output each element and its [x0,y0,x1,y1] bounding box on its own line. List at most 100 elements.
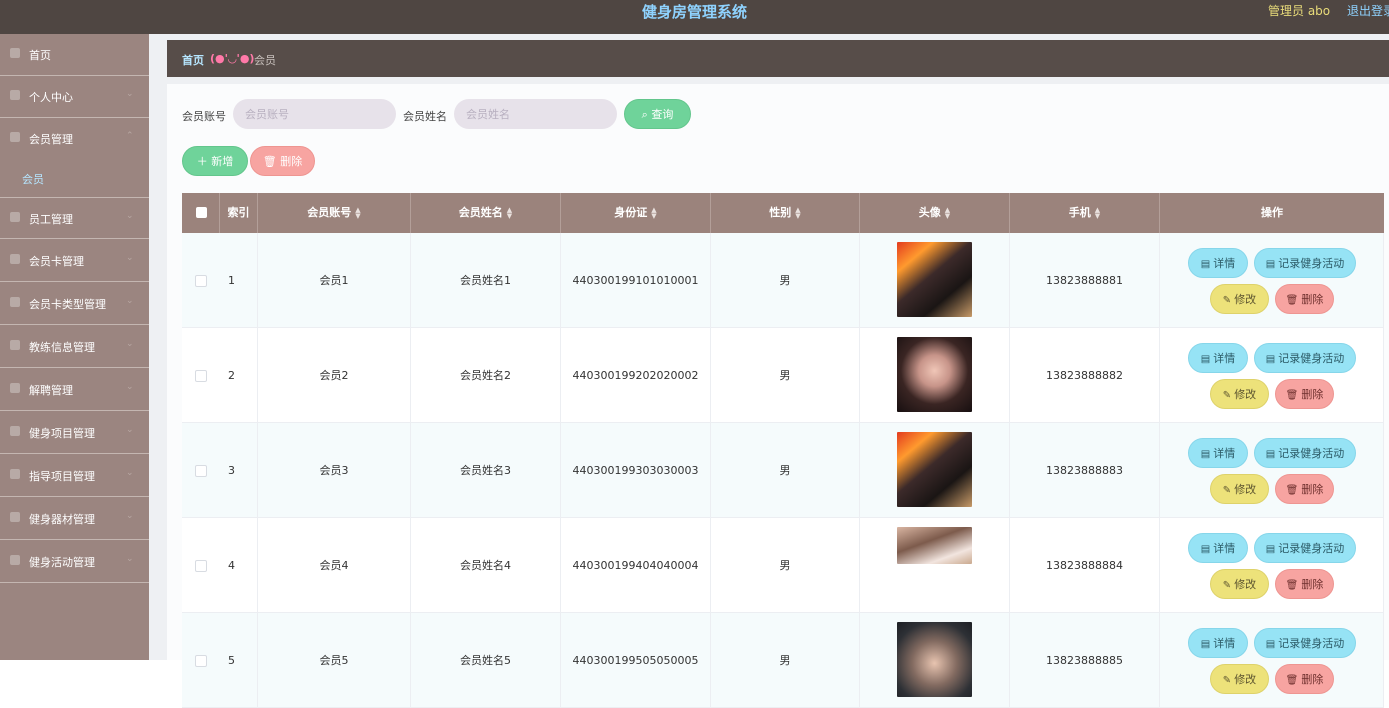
header-phone-label: 手机 [1068,206,1091,219]
detail-button-label: 详情 [1213,352,1236,365]
sidebar-item-card[interactable]: 会员卡管理 ⌄ [0,240,149,282]
row-checkbox[interactable] [195,370,207,382]
sidebar-subitem-member[interactable]: 会员 [22,171,44,187]
row-checkbox[interactable] [195,655,207,667]
header-gender[interactable]: 性别 ▲ ▼ [711,193,860,233]
cell-account: 会员3 [258,423,411,518]
edit-icon: ✎ [1222,390,1232,401]
table-row: 4 会员4 会员姓名4 440300199404040004 男 13823888884 ▤… [182,518,1384,613]
header-index: 索引 [220,193,258,233]
delete-button[interactable]: 🗑 删除 [1275,664,1334,694]
cell-id-card: 440300199303030003 [561,423,711,518]
delete-button[interactable]: 🗑 删除 [1275,379,1334,409]
table-header: 索引 会员账号 ▲ ▼ 会员姓名 ▲ ▼ 身份证 ▲ ▼ 性别 ▲ ▼ 头像 ▲ ▼ 手机 ▲ ▼ 操作 [182,193,1384,233]
header-id-card[interactable]: 身份证 ▲ ▼ [561,193,711,233]
sidebar-item-dismissal[interactable]: 解聘管理 ⌄ [0,369,149,411]
sidebar-item-member-management[interactable]: 会员管理 ⌃ [0,118,149,160]
sidebar-item-label: 员工管理 [29,213,73,226]
query-button[interactable]: ⌕ 查询 [624,99,691,129]
edit-button[interactable]: ✎ 修改 [1210,569,1269,599]
breadcrumb-face: (●'◡'●) [210,52,255,65]
row-checkbox[interactable] [195,465,207,477]
logout-link[interactable]: 退出登录 [1347,2,1389,19]
sidebar-item-staff[interactable]: 员工管理 ⌄ [0,197,149,239]
sort-icon[interactable]: ▲ ▼ [1095,207,1100,220]
add-button[interactable]: ＋ 新增 [182,146,248,176]
record-activity-button[interactable]: ▤ 记录健身活动 [1254,533,1356,563]
delete-button-label: 删除 [1301,483,1324,496]
header-account[interactable]: 会员账号 ▲ ▼ [258,193,411,233]
breadcrumb-current: 会员 [254,54,276,67]
edit-button[interactable]: ✎ 修改 [1210,664,1269,694]
detail-button[interactable]: ▤ 详情 [1188,248,1248,278]
cell-gender: 男 [711,613,860,708]
sort-icon[interactable]: ▲ ▼ [507,207,512,220]
sidebar: 首页 个人中心 ⌄ 会员管理 ⌃ 会员 员工管理 ⌄ 会员卡管理 ⌄ 会员卡类型… [0,34,149,660]
delete-icon: 🗑 [1285,390,1299,401]
sidebar-item-fitness-project[interactable]: 健身项目管理 ⌄ [0,412,149,454]
member-table: 索引 会员账号 ▲ ▼ 会员姓名 ▲ ▼ 身份证 ▲ ▼ 性别 ▲ ▼ 头像 ▲ ▼ 手机 ▲ ▼ 操作… [182,193,1384,708]
name-search-input[interactable] [454,99,617,129]
sidebar-item-equipment[interactable]: 健身器材管理 ⌄ [0,498,149,540]
account-search-input[interactable] [233,99,396,129]
cell-index: 3 [220,423,258,518]
breadcrumb-home[interactable]: 首页 [182,52,204,68]
delete-button[interactable]: 🗑 删除 [1275,284,1334,314]
cell-name: 会员姓名2 [411,328,561,423]
grid-icon [10,555,20,565]
detail-button[interactable]: ▤ 详情 [1188,438,1248,468]
select-all-checkbox[interactable] [196,207,207,218]
cell-phone: 13823888885 [1010,613,1160,708]
table-row: 5 会员5 会员姓名5 440300199505050005 男 13823888885 ▤… [182,613,1384,708]
table-row: 1 会员1 会员姓名1 440300199101010001 男 13823888881 ▤… [182,233,1384,328]
detail-button[interactable]: ▤ 详情 [1188,628,1248,658]
batch-delete-label: 删除 [280,155,303,168]
row-checkbox[interactable] [195,560,207,572]
detail-button[interactable]: ▤ 详情 [1188,343,1248,373]
chevron-down-icon: ⌄ [126,425,134,435]
sort-icon[interactable]: ▲ ▼ [355,207,360,220]
cell-gender: 男 [711,328,860,423]
cell-id-card: 440300199505050005 [561,613,711,708]
delete-button[interactable]: 🗑 删除 [1275,569,1334,599]
edit-button[interactable]: ✎ 修改 [1210,379,1269,409]
delete-button-label: 删除 [1301,673,1324,686]
home-icon [10,48,20,58]
header-name[interactable]: 会员姓名 ▲ ▼ [411,193,561,233]
header-phone[interactable]: 手机 ▲ ▼ [1010,193,1160,233]
delete-icon: 🗑 [1285,675,1299,686]
send-icon [10,383,20,393]
record-activity-button[interactable]: ▤ 记录健身活动 [1254,343,1356,373]
sidebar-item-profile[interactable]: 个人中心 ⌄ [0,76,149,118]
delete-button[interactable]: 🗑 删除 [1275,474,1334,504]
cell-index: 4 [220,518,258,613]
header-account-label: 会员账号 [307,206,352,219]
row-checkbox[interactable] [195,275,207,287]
cell-name: 会员姓名3 [411,423,561,518]
sidebar-item-home[interactable]: 首页 [0,34,149,76]
sort-icon[interactable]: ▲ ▼ [795,207,800,220]
record-activity-button[interactable]: ▤ 记录健身活动 [1254,628,1356,658]
detail-button[interactable]: ▤ 详情 [1188,533,1248,563]
header-avatar[interactable]: 头像 ▲ ▼ [860,193,1010,233]
chevron-down-icon: ⌄ [126,89,134,99]
record-activity-button[interactable]: ▤ 记录健身活动 [1254,248,1356,278]
sort-icon[interactable]: ▲ ▼ [945,207,950,220]
sort-icon[interactable]: ▲ ▼ [651,207,656,220]
sidebar-item-label: 指导项目管理 [29,470,95,483]
sidebar-item-activity[interactable]: 健身活动管理 ⌄ [0,541,149,583]
sidebar-item-coach[interactable]: 教练信息管理 ⌄ [0,326,149,368]
record-activity-button[interactable]: ▤ 记录健身活动 [1254,438,1356,468]
edit-icon: ✎ [1222,295,1232,306]
sidebar-item-card-type[interactable]: 会员卡类型管理 ⌄ [0,283,149,325]
cell-account: 会员2 [258,328,411,423]
batch-delete-button[interactable]: 🗑 删除 [250,146,315,176]
edit-button[interactable]: ✎ 修改 [1210,474,1269,504]
table-row: 3 会员3 会员姓名3 440300199303030003 男 13823888883 ▤… [182,423,1384,518]
sidebar-item-guidance-project[interactable]: 指导项目管理 ⌄ [0,455,149,497]
edit-button[interactable]: ✎ 修改 [1210,284,1269,314]
sidebar-item-label: 解聘管理 [29,384,73,397]
admin-label: 管理员 abo [1268,4,1331,18]
sidebar-item-label: 会员管理 [29,133,73,146]
edit-icon: ✎ [1222,675,1232,686]
